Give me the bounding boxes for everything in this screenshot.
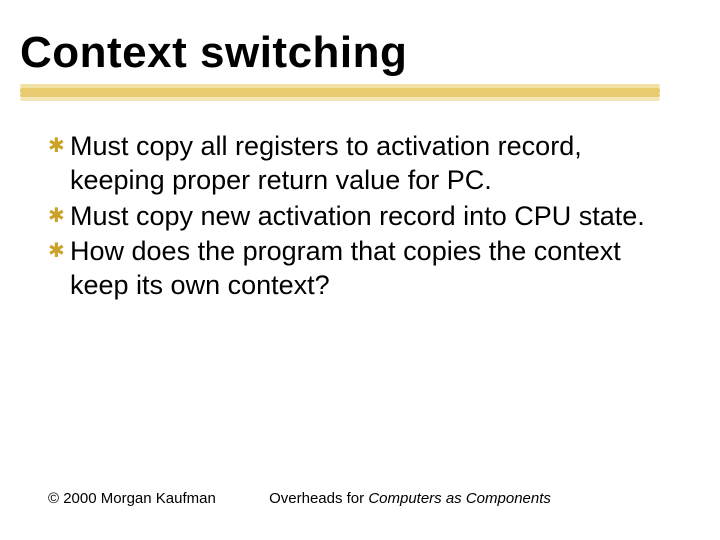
slide-title: Context switching xyxy=(20,28,700,78)
copyright-text: © 2000 Morgan Kaufman xyxy=(0,490,220,508)
bullet-icon: ✱ xyxy=(48,235,70,265)
bullet-text: How does the program that copies the con… xyxy=(70,235,680,303)
bullet-icon: ✱ xyxy=(48,130,70,160)
title-underline xyxy=(20,84,660,106)
list-item: ✱ Must copy all registers to activation … xyxy=(48,130,680,198)
bullet-text: Must copy new activation record into CPU… xyxy=(70,200,645,234)
list-item: ✱ Must copy new activation record into C… xyxy=(48,200,680,234)
slide-footer: © 2000 Morgan Kaufman Overheads for Comp… xyxy=(0,490,720,508)
bullet-list: ✱ Must copy all registers to activation … xyxy=(0,106,720,303)
list-item: ✱ How does the program that copies the c… xyxy=(48,235,680,303)
bullet-text: Must copy all registers to activation re… xyxy=(70,130,680,198)
bullet-icon: ✱ xyxy=(48,200,70,230)
footer-center-text: Overheads for Computers as Components xyxy=(220,490,720,508)
